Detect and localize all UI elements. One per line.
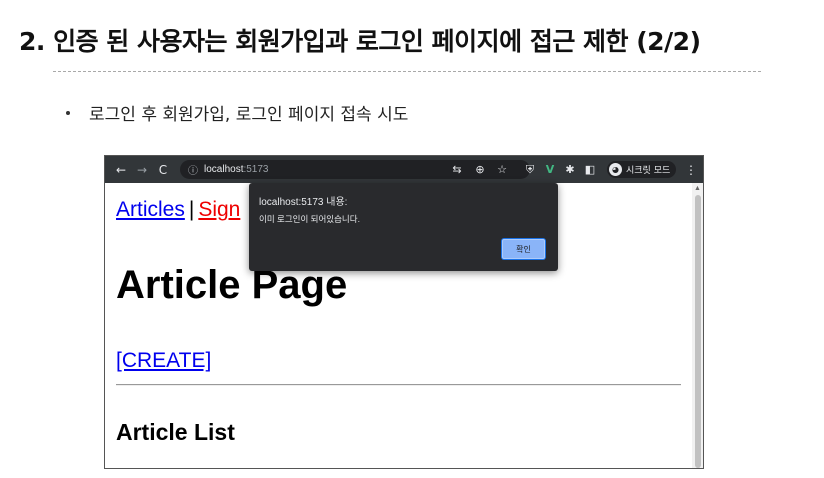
nav-link-signup[interactable]: Sign bbox=[198, 198, 240, 221]
browser-toolbar: ← → C ⓘ localhost:5173 ⇆ ⊕ ☆ ⛨ V ✱ ◧ ◕ 시… bbox=[105, 156, 703, 183]
info-icon[interactable]: ⓘ bbox=[188, 162, 198, 177]
horizontal-rule bbox=[116, 384, 681, 386]
page-nav: Articles | Sign bbox=[116, 198, 240, 222]
zoom-icon[interactable]: ⊕ bbox=[473, 156, 487, 183]
bullet-item: 로그인 후 회원가입, 로그인 페이지 접속 시도 bbox=[66, 100, 408, 125]
nav-separator: | bbox=[188, 198, 195, 221]
alert-dialog: localhost:5173 내용: 이미 로그인이 되어있습니다. 확인 bbox=[249, 183, 558, 271]
scroll-thumb[interactable] bbox=[695, 195, 701, 468]
bullet-text: 로그인 후 회원가입, 로그인 페이지 접속 시도 bbox=[89, 105, 409, 125]
reload-icon[interactable]: C bbox=[155, 156, 171, 183]
vue-devtools-icon[interactable]: V bbox=[543, 156, 557, 183]
back-icon[interactable]: ← bbox=[113, 156, 129, 183]
menu-kebab-icon[interactable]: ⋮ bbox=[685, 156, 697, 183]
dialog-ok-button[interactable]: 확인 bbox=[502, 239, 545, 259]
url-host: localhost bbox=[204, 164, 244, 175]
dashed-divider bbox=[53, 71, 761, 72]
dialog-title: localhost:5173 내용: bbox=[259, 197, 348, 208]
slide-title: 2. 인증 된 사용자는 회원가입과 로그인 페이지에 접근 제한 (2/2) bbox=[19, 27, 701, 56]
sidepanel-icon[interactable]: ◧ bbox=[583, 156, 597, 183]
scroll-up-icon[interactable]: ▲ bbox=[694, 185, 701, 192]
forward-icon[interactable]: → bbox=[134, 156, 150, 183]
dialog-message: 이미 로그인이 되어있습니다. bbox=[259, 214, 360, 224]
extensions-icon[interactable]: ✱ bbox=[563, 156, 577, 183]
create-link[interactable]: [CREATE] bbox=[116, 349, 211, 373]
bookmark-star-icon[interactable]: ☆ bbox=[495, 156, 509, 183]
nav-link-articles[interactable]: Articles bbox=[116, 198, 185, 221]
url-port: :5173 bbox=[243, 164, 269, 175]
article-list-heading: Article List bbox=[116, 419, 235, 445]
incognito-label: 시크릿 모드 bbox=[626, 166, 671, 176]
bullet-dot-icon bbox=[66, 110, 70, 115]
incognito-badge[interactable]: ◕ 시크릿 모드 bbox=[607, 161, 677, 178]
translate-icon[interactable]: ⇆ bbox=[450, 156, 464, 183]
vertical-scrollbar[interactable]: ▲ bbox=[692, 183, 703, 468]
incognito-icon: ◕ bbox=[609, 163, 622, 176]
shield-icon[interactable]: ⛨ bbox=[523, 156, 537, 183]
